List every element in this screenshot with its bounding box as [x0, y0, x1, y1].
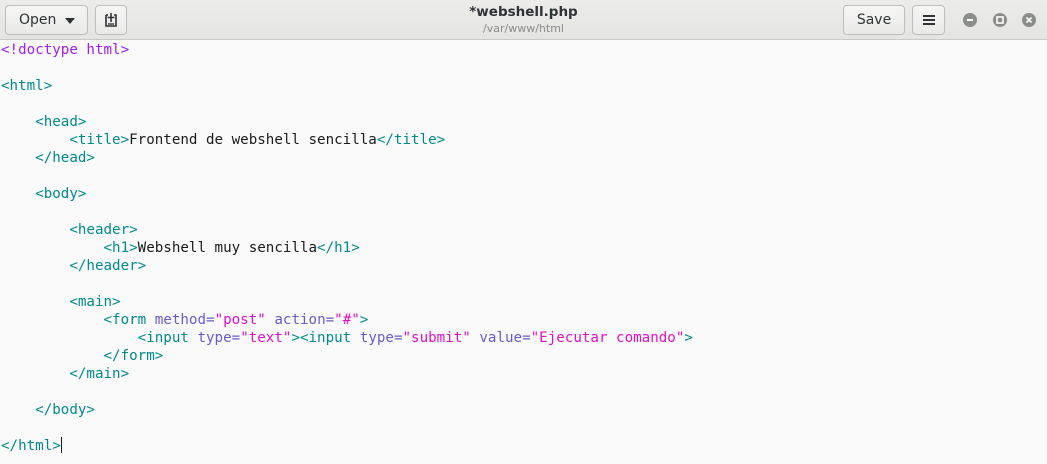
tag-token: </form> [103, 348, 164, 364]
code-line-21: </body> [1, 401, 95, 419]
tag-token: <body> [35, 186, 87, 202]
chevron-down-icon [65, 18, 75, 24]
code-line-7: </head> [1, 149, 95, 167]
new-document-icon [105, 13, 117, 27]
code-line-15: <main> [1, 293, 121, 311]
code-line-13: </header> [1, 257, 146, 275]
string-token: "#" [334, 312, 360, 328]
tag-token: <title> [69, 132, 130, 148]
close-icon [1025, 16, 1033, 24]
tag-token: > [359, 312, 369, 328]
tag-token: </title> [376, 132, 446, 148]
tag-token: <head> [35, 114, 87, 130]
string-token: "Ejecutar comando" [530, 330, 685, 346]
tag-token: </h1> [317, 240, 360, 256]
open-button-label: Open [19, 12, 57, 28]
code-line-17: <input type="text"><input type="submit" … [1, 329, 693, 347]
main-menu-button[interactable] [912, 5, 945, 35]
tag-token: <html> [1, 78, 53, 94]
tag-token: </main> [69, 366, 130, 382]
close-button[interactable] [1022, 13, 1036, 27]
tag-token: ><input [291, 330, 352, 346]
code-line-11: <header> [1, 221, 138, 239]
tag-token: </header> [69, 258, 147, 274]
string-token: "text" [240, 330, 292, 346]
string-token: "post" [214, 312, 266, 328]
code-line-9: <body> [1, 185, 86, 203]
minimize-icon [967, 19, 973, 21]
minimize-button[interactable] [963, 13, 977, 27]
code-line-12: <h1>Webshell muy sencilla</h1> [1, 239, 360, 257]
code-line-18: </form> [1, 347, 164, 365]
code-editor[interactable]: <!doctype html> <html> <head> <title>Fro… [0, 40, 1047, 464]
text-editor-window: Open *webshell.php /var/www/html Save <!… [0, 0, 1047, 464]
code-line-16: <form method="post" action="#"> [1, 311, 369, 329]
tag-token: </body> [35, 402, 95, 418]
code-line-6: <title>Frontend de webshell sencilla</ti… [1, 131, 445, 149]
tag-token: </html> [1, 438, 61, 454]
new-document-button[interactable] [95, 5, 127, 35]
attribute-token: type= [359, 330, 403, 346]
document-path: /var/www/html [483, 22, 564, 35]
header-bar: Open *webshell.php /var/www/html Save [0, 0, 1047, 40]
code-line-19: </main> [1, 365, 129, 383]
tag-token: <form [103, 312, 147, 328]
code-line-23: </html> [1, 437, 62, 455]
hamburger-menu-icon [922, 15, 935, 25]
tag-token: </head> [35, 150, 95, 166]
text-cursor [60, 437, 62, 453]
save-button-label: Save [856, 12, 892, 28]
tag-token: > [684, 330, 693, 346]
tag-token: <h1> [103, 240, 138, 256]
open-button[interactable]: Open [5, 5, 88, 35]
code-line-1: <!doctype html> [1, 41, 129, 59]
maximize-icon [996, 16, 1004, 24]
string-token: "submit" [402, 330, 471, 346]
code-line-3: <html> [1, 77, 52, 95]
text-token: Frontend de webshell sencilla [129, 132, 377, 148]
attribute-token: value= [479, 330, 531, 346]
maximize-button[interactable] [993, 13, 1007, 27]
document-title: *webshell.php [469, 4, 578, 20]
code-line-5: <head> [1, 113, 86, 131]
attribute-token: action= [274, 312, 335, 328]
attribute-token: type= [197, 330, 241, 346]
tag-token: <header> [69, 222, 138, 238]
tag-token: <input [137, 330, 189, 346]
doctype-token: <!doctype html> [1, 42, 130, 58]
tag-token: <main> [69, 294, 121, 310]
attribute-token: method= [154, 312, 215, 328]
window-title-area: *webshell.php /var/www/html [300, 4, 747, 36]
save-button[interactable]: Save [843, 5, 905, 35]
text-token: Webshell muy sencilla [137, 240, 318, 256]
